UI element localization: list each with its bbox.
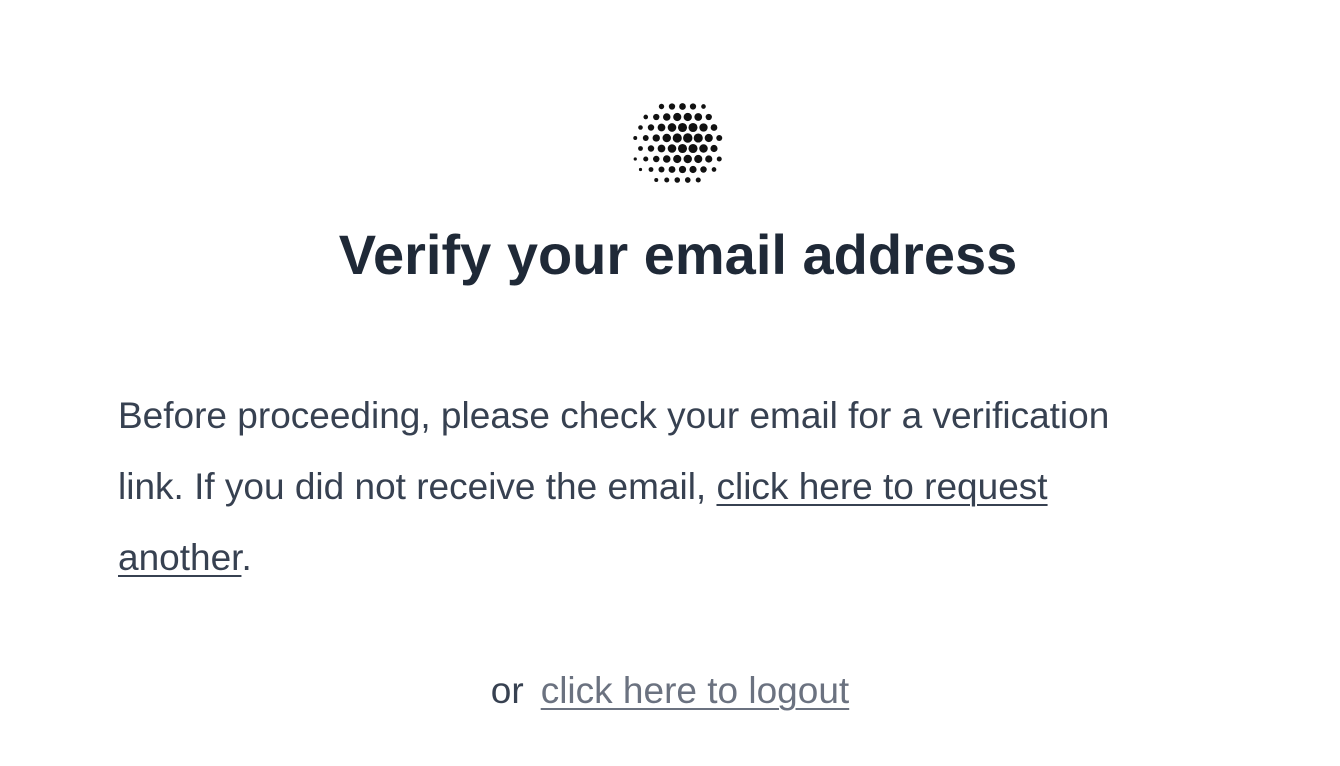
dotted-sphere-icon	[633, 103, 723, 183]
sphere-dot	[647, 124, 655, 131]
sphere-dot	[642, 135, 649, 141]
sphere-dot	[694, 113, 703, 121]
message-end: .	[241, 537, 252, 578]
sphere-dot	[667, 123, 677, 132]
sphere-dot	[695, 177, 701, 183]
sphere-dot	[643, 114, 649, 120]
sphere-dot	[710, 124, 718, 131]
sphere-dot	[688, 143, 698, 154]
sphere-dot	[652, 134, 660, 142]
sphere-dot	[677, 122, 688, 133]
sphere-dot	[711, 167, 717, 172]
sphere-dot	[716, 156, 722, 162]
sphere-dot	[668, 103, 676, 110]
logo-sphere-icon	[628, 94, 728, 194]
sphere-dot	[701, 104, 706, 109]
sphere-dot	[673, 154, 682, 164]
sphere-dot	[683, 154, 692, 164]
sphere-dot	[667, 144, 677, 153]
logout-link[interactable]: click here to logout	[541, 670, 850, 711]
sphere-dot	[674, 177, 681, 183]
logout-row: or click here to logout	[0, 664, 1340, 718]
or-label: or	[490, 670, 524, 711]
sphere-dot	[643, 156, 649, 162]
sphere-dot	[653, 113, 660, 121]
sphere-dot	[683, 133, 693, 143]
sphere-dot	[700, 166, 707, 173]
sphere-dot	[704, 133, 713, 143]
sphere-dot	[688, 122, 698, 133]
sphere-dot	[673, 112, 682, 122]
sphere-dot	[638, 167, 643, 172]
sphere-dot	[689, 103, 697, 110]
sphere-dot	[710, 144, 718, 153]
sphere-dot	[679, 103, 686, 110]
sphere-dot	[664, 177, 670, 183]
sphere-dot	[662, 155, 671, 163]
sphere-dot	[633, 157, 637, 161]
sphere-dot	[663, 113, 671, 121]
sphere-dot	[633, 136, 638, 140]
sphere-dot	[658, 103, 665, 110]
sphere-dot	[638, 125, 643, 130]
sphere-dot	[678, 165, 687, 174]
sphere-dot	[699, 123, 708, 132]
sphere-dot	[658, 166, 665, 173]
sphere-dot	[694, 154, 703, 164]
sphere-dot	[638, 146, 643, 151]
sphere-dot	[662, 133, 671, 143]
sphere-dot	[657, 144, 666, 153]
sphere-dot	[677, 143, 688, 154]
page-title: Verify your email address	[338, 223, 1018, 286]
sphere-dot	[648, 167, 654, 172]
sphere-dot	[657, 123, 666, 132]
sphere-dot	[716, 134, 723, 142]
sphere-dot	[647, 145, 655, 152]
sphere-dot	[693, 133, 703, 143]
sphere-dot	[668, 166, 676, 173]
sphere-dot	[653, 155, 660, 163]
sphere-dot	[683, 112, 692, 122]
sphere-dot	[684, 177, 691, 183]
sphere-dot	[705, 155, 713, 163]
sphere-dot	[699, 144, 708, 153]
sphere-dot	[705, 113, 712, 121]
sphere-dot	[654, 177, 659, 183]
sphere-dot	[672, 133, 682, 143]
sphere-dot	[689, 165, 697, 174]
verification-message: Before proceeding, please check your ema…	[118, 380, 1158, 593]
